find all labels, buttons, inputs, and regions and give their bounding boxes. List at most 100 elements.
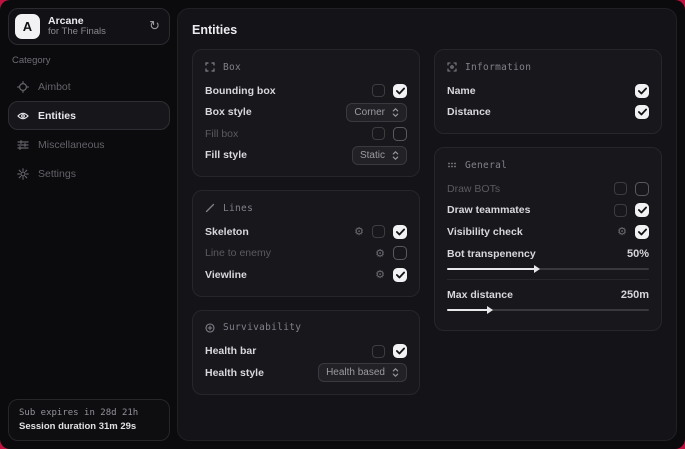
left-column: Box Bounding box Box style [192,49,420,395]
line-to-enemy-checkbox[interactable] [393,246,407,260]
skeleton-checkbox[interactable] [393,225,407,239]
bounding-box-label: Bounding box [205,85,276,97]
fill-style-label: Fill style [205,149,247,161]
health-bar-row: Health bar [205,341,407,363]
draw-bots-label: Draw BOTs [447,183,500,195]
skeleton-color-swatch[interactable] [372,225,385,238]
visibility-check-checkbox[interactable] [635,225,649,239]
line-icon [205,203,215,213]
sidebar-item-label: Miscellaneous [38,139,105,151]
sidebar: A Arcane for The Finals ↻ Category Aimbo… [0,0,178,449]
gear-icon [17,168,29,180]
viewline-row: Viewline ⚙ [205,264,407,286]
unfold-icon [392,107,399,118]
grid-dots-icon [447,160,457,170]
general-card: General Draw BOTs Draw teammates [434,147,662,331]
fill-style-value: Static [360,150,385,161]
health-bar-color-swatch[interactable] [372,345,385,358]
check-icon [396,271,405,279]
draw-teammates-checkbox[interactable] [635,203,649,217]
fill-box-color-swatch[interactable] [372,127,385,140]
skeleton-label: Skeleton [205,226,249,238]
unfold-icon [392,150,399,161]
sidebar-item-label: Entities [38,110,76,122]
box-card: Box Bounding box Box style [192,49,420,177]
divider [447,279,649,280]
viewline-settings-gear-icon[interactable]: ⚙ [375,269,385,280]
sidebar-item-settings[interactable]: Settings [8,159,170,188]
viewline-checkbox[interactable] [393,268,407,282]
bot-transparency-label: Bot transpenency [447,248,536,260]
health-style-label: Health style [205,367,264,379]
lines-card: Lines Skeleton ⚙ Line to enemy [192,190,420,297]
line-to-enemy-row: Line to enemy ⚙ [205,243,407,265]
information-card: Information Name Distance [434,49,662,134]
skeleton-row: Skeleton ⚙ [205,221,407,243]
max-distance-group: Max distance 250m [447,286,649,311]
bounding-box-row: Bounding box [205,80,407,102]
name-label: Name [447,85,476,97]
bounding-box-checkbox[interactable] [393,84,407,98]
max-distance-value: 250m [621,289,649,301]
draw-bots-color-swatch[interactable] [614,182,627,195]
visibility-check-row: Visibility check ⚙ [447,221,649,243]
distance-checkbox[interactable] [635,105,649,119]
sidebar-item-label: Aimbot [38,81,71,93]
skeleton-settings-gear-icon[interactable]: ⚙ [354,226,364,237]
health-icon [205,323,215,333]
lines-card-title: Lines [223,203,253,214]
fill-style-dropdown[interactable]: Static [352,146,407,165]
sidebar-item-label: Settings [38,168,76,180]
max-distance-slider[interactable] [447,309,649,311]
bot-transparency-group: Bot transpenency 50% [447,245,649,270]
check-icon [638,228,647,236]
page-title: Entities [192,23,662,37]
draw-teammates-color-swatch[interactable] [614,204,627,217]
refresh-icon[interactable]: ↻ [149,19,160,34]
draw-teammates-label: Draw teammates [447,204,530,216]
check-icon [396,347,405,355]
check-icon [638,206,647,214]
visibility-check-settings-gear-icon[interactable]: ⚙ [617,226,627,237]
check-icon [396,87,405,95]
category-label: Category [12,55,166,66]
name-checkbox[interactable] [635,84,649,98]
distance-label: Distance [447,106,491,118]
draw-teammates-row: Draw teammates [447,200,649,222]
box-style-value: Corner [354,107,385,118]
information-card-title: Information [465,62,531,73]
survivability-card-title: Survivability [223,322,301,333]
sidebar-item-entities[interactable]: Entities [8,101,170,130]
information-icon [447,62,457,72]
visibility-check-label: Visibility check [447,226,523,238]
app-window: A Arcane for The Finals ↻ Category Aimbo… [0,0,685,449]
unfold-icon [392,367,399,378]
viewline-label: Viewline [205,269,247,281]
distance-row: Distance [447,102,649,124]
main-panel: Entities Box Bounding box [177,8,677,441]
sliders-icon [17,139,29,151]
health-bar-checkbox[interactable] [393,344,407,358]
bounding-box-color-swatch[interactable] [372,84,385,97]
line-to-enemy-label: Line to enemy [205,247,271,259]
crosshair-icon [17,81,29,93]
sidebar-item-miscellaneous[interactable]: Miscellaneous [8,130,170,159]
line-to-enemy-settings-gear-icon[interactable]: ⚙ [375,248,385,259]
sidebar-item-aimbot[interactable]: Aimbot [8,72,170,101]
sub-expires-text: Sub expires in 28d 21h [19,408,159,418]
draw-bots-checkbox[interactable] [635,182,649,196]
max-distance-label: Max distance [447,289,513,301]
slider-fill [447,309,491,311]
fill-box-label: Fill box [205,128,238,140]
box-style-dropdown[interactable]: Corner [346,103,407,122]
health-style-dropdown[interactable]: Health based [318,363,407,382]
sidebar-nav: Aimbot Entities Miscellaneous Settings [0,72,178,188]
bot-transparency-slider[interactable] [447,268,649,270]
fill-box-checkbox[interactable] [393,127,407,141]
general-card-title: General [465,160,507,171]
check-icon [638,108,647,116]
health-bar-label: Health bar [205,345,256,357]
bot-transparency-value: 50% [627,248,649,260]
survivability-card: Survivability Health bar Health style [192,310,420,395]
subscription-info-card: Sub expires in 28d 21h Session duration … [8,399,170,441]
